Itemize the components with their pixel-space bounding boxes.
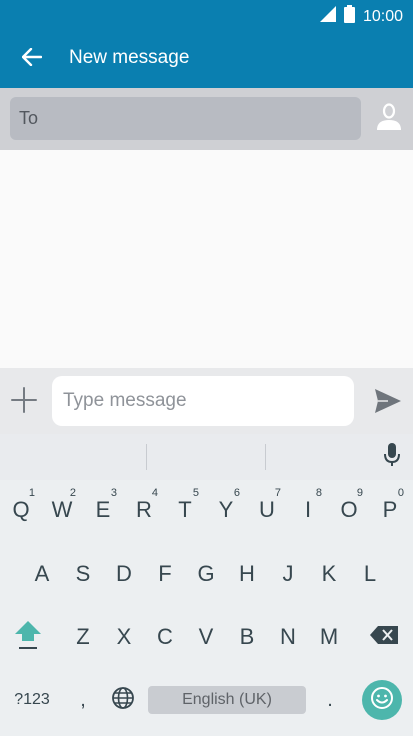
key-u[interactable]: 7U bbox=[247, 485, 287, 535]
key-q[interactable]: 1Q bbox=[1, 485, 41, 535]
emoji-icon bbox=[370, 686, 394, 715]
key-l[interactable]: L bbox=[350, 549, 390, 599]
key-a[interactable]: A bbox=[22, 549, 62, 599]
keyboard: 1Q 2W 3E 4R 5T 6Y 7U 8I 9O 0P A S D F G … bbox=[0, 480, 413, 736]
battery-icon bbox=[343, 5, 355, 28]
key-g[interactable]: G bbox=[186, 549, 226, 599]
emoji-key[interactable] bbox=[362, 680, 402, 720]
key-b[interactable]: B bbox=[227, 612, 267, 662]
key-t[interactable]: 5T bbox=[165, 485, 205, 535]
voice-input-button[interactable] bbox=[381, 442, 403, 472]
space-bar[interactable]: English (UK) bbox=[148, 686, 306, 714]
key-j[interactable]: J bbox=[268, 549, 308, 599]
attach-button[interactable] bbox=[8, 386, 40, 418]
plus-icon bbox=[10, 386, 38, 419]
key-r[interactable]: 4R bbox=[124, 485, 164, 535]
suggestion-strip bbox=[0, 434, 413, 480]
back-arrow-icon bbox=[21, 47, 43, 71]
contact-icon bbox=[376, 102, 402, 136]
message-thread bbox=[0, 150, 413, 368]
send-button[interactable] bbox=[372, 388, 404, 419]
backspace-key[interactable] bbox=[362, 612, 406, 662]
key-n[interactable]: N bbox=[268, 612, 308, 662]
shift-key[interactable] bbox=[6, 612, 50, 662]
message-input[interactable] bbox=[52, 376, 354, 426]
period-key[interactable]: . bbox=[318, 685, 342, 715]
symbols-key[interactable]: ?123 bbox=[6, 685, 58, 715]
suggestion-divider bbox=[146, 444, 147, 470]
signal-icon bbox=[319, 6, 336, 27]
key-o[interactable]: 9O bbox=[329, 485, 369, 535]
language-key[interactable] bbox=[108, 685, 138, 715]
send-icon bbox=[374, 388, 402, 419]
mic-icon bbox=[384, 442, 400, 472]
comma-key[interactable]: , bbox=[70, 685, 96, 715]
key-x[interactable]: X bbox=[104, 612, 144, 662]
key-h[interactable]: H bbox=[227, 549, 267, 599]
recipient-field[interactable]: To bbox=[10, 97, 361, 140]
key-s[interactable]: S bbox=[63, 549, 103, 599]
suggestion-divider bbox=[265, 444, 266, 470]
backspace-icon bbox=[370, 625, 398, 649]
contact-picker-button[interactable] bbox=[372, 102, 406, 136]
key-k[interactable]: K bbox=[309, 549, 349, 599]
key-z[interactable]: Z bbox=[63, 612, 103, 662]
key-v[interactable]: V bbox=[186, 612, 226, 662]
status-bar: 10:00 bbox=[0, 0, 413, 30]
recipient-label: To bbox=[19, 108, 39, 128]
key-p[interactable]: 0P bbox=[370, 485, 410, 535]
recipient-bar: To bbox=[0, 88, 413, 150]
key-w[interactable]: 2W bbox=[42, 485, 82, 535]
app-bar: New message bbox=[0, 30, 413, 88]
compose-bar bbox=[0, 368, 413, 434]
globe-icon bbox=[111, 686, 135, 715]
key-y[interactable]: 6Y bbox=[206, 485, 246, 535]
key-m[interactable]: M bbox=[309, 612, 349, 662]
shift-icon bbox=[14, 619, 42, 656]
key-d[interactable]: D bbox=[104, 549, 144, 599]
key-c[interactable]: C bbox=[145, 612, 185, 662]
back-button[interactable] bbox=[14, 42, 50, 76]
status-time: 10:00 bbox=[362, 7, 403, 25]
key-i[interactable]: 8I bbox=[288, 485, 328, 535]
key-f[interactable]: F bbox=[145, 549, 185, 599]
key-e[interactable]: 3E bbox=[83, 485, 123, 535]
page-title: New message bbox=[69, 47, 190, 68]
